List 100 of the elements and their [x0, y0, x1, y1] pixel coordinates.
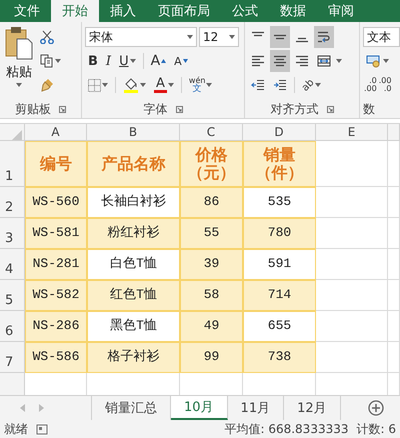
table-cell: 591: [243, 249, 316, 280]
bold-button[interactable]: B: [85, 50, 101, 72]
money-icon: [366, 54, 382, 68]
down-triangle-icon: [182, 59, 188, 63]
paste-button[interactable]: 粘贴: [3, 25, 35, 100]
underline-button[interactable]: U: [116, 50, 139, 72]
row-header[interactable]: 2: [0, 187, 25, 218]
dialog-launcher-icon[interactable]: [326, 106, 334, 112]
copy-icon: [40, 54, 54, 68]
column-heading-cell: 销量（件）: [243, 141, 316, 187]
table-cell: 58: [180, 280, 243, 311]
table-cell: 780: [243, 218, 316, 249]
caret-icon[interactable]: [55, 59, 61, 63]
column-heading-cell: 价格（元）: [180, 141, 243, 187]
row-header[interactable]: 7: [0, 342, 25, 373]
row-header[interactable]: 1: [0, 141, 25, 187]
caret-icon[interactable]: [187, 35, 193, 39]
add-sheet-icon[interactable]: [368, 400, 384, 416]
status-text: 就绪: [4, 420, 28, 438]
ribbon-tab[interactable]: 审阅: [317, 0, 365, 22]
macro-record-icon[interactable]: [36, 424, 48, 434]
group-label: 剪贴板: [15, 100, 51, 118]
align-right-icon[interactable]: [295, 55, 309, 67]
font-color-button[interactable]: A: [151, 74, 177, 96]
dialog-launcher-icon[interactable]: [59, 106, 66, 112]
font-name-field[interactable]: 宋体: [85, 27, 197, 47]
italic-button[interactable]: I: [102, 50, 114, 72]
table-cell: 535: [243, 187, 316, 218]
column-heading-cell: 产品名称: [87, 141, 180, 187]
table-cell: 86: [180, 187, 243, 218]
row-header[interactable]: 5: [0, 280, 25, 311]
caret-icon[interactable]: [102, 83, 108, 87]
empty-cell[interactable]: [388, 342, 400, 373]
ribbon-tab[interactable]: 数据: [269, 0, 317, 22]
table-cell: WS-586: [25, 342, 87, 373]
ribbon-tab[interactable]: 开始: [51, 0, 99, 22]
ribbon-tab[interactable]: 文件: [3, 0, 51, 22]
wrap-text-icon[interactable]: [317, 31, 331, 43]
table-cell: 49: [180, 311, 243, 342]
decimal-button[interactable]: .0 .00: [363, 74, 378, 96]
column-header[interactable]: A: [25, 124, 87, 141]
table-cell: 55: [180, 218, 243, 249]
border-icon: [88, 78, 101, 92]
up-triangle-icon: [161, 59, 166, 63]
caret-icon[interactable]: [140, 83, 146, 87]
table-cell: 粉红衬衫: [87, 218, 180, 249]
dialog-launcher-icon[interactable]: [176, 106, 182, 112]
table-cell: WS-560: [25, 187, 87, 218]
empty-cell[interactable]: [388, 187, 400, 218]
column-header[interactable]: E: [316, 124, 388, 141]
phonetic-button[interactable]: wén 文: [186, 74, 216, 96]
align-button[interactable]: [314, 26, 334, 48]
empty-cell[interactable]: [388, 249, 400, 280]
ribbon-tab[interactable]: 插入: [99, 0, 147, 22]
caret-icon[interactable]: [336, 59, 342, 63]
row-header[interactable]: 3: [0, 218, 25, 249]
table-cell: 39: [180, 249, 243, 280]
ribbon-tab[interactable]: 页面布局: [147, 0, 221, 22]
ribbon-tab[interactable]: 公式: [221, 0, 269, 22]
brush-icon: [40, 78, 54, 92]
shrink-font-button[interactable]: A: [171, 50, 191, 72]
table-cell: WS-581: [25, 218, 87, 249]
caret-icon[interactable]: [206, 83, 212, 87]
caret-icon[interactable]: [168, 83, 174, 87]
caret-icon[interactable]: [229, 35, 235, 39]
table-cell: 白色T恤: [87, 249, 180, 280]
empty-cell[interactable]: [388, 280, 400, 311]
row-header[interactable]: 6: [0, 311, 25, 342]
caret-icon[interactable]: [383, 59, 389, 63]
number-format-field[interactable]: 文本: [363, 27, 400, 47]
table-cell: NS-281: [25, 249, 87, 280]
orientation-button[interactable]: ab: [299, 74, 324, 96]
empty-cell[interactable]: [388, 311, 400, 342]
row-header[interactable]: 4: [0, 249, 25, 280]
align-left-icon[interactable]: [251, 55, 265, 67]
table-cell: 655: [243, 311, 316, 342]
average-text: 平均值: 668.8333333: [224, 420, 348, 438]
table-cell: 738: [243, 342, 316, 373]
empty-cell[interactable]: [388, 218, 400, 249]
caret-icon[interactable]: [315, 83, 322, 87]
table-cell: 714: [243, 280, 316, 311]
clipboard-icon: [5, 25, 33, 61]
align-button[interactable]: [270, 26, 290, 48]
column-header[interactable]: B: [87, 124, 180, 141]
decimal-button[interactable]: .00 .0: [378, 74, 392, 96]
sheet-tab[interactable]: 10月: [171, 396, 228, 420]
table-cell: 红色T恤: [87, 280, 180, 311]
align-button[interactable]: [270, 50, 290, 72]
column-header[interactable]: C: [180, 124, 243, 141]
column-header[interactable]: D: [243, 124, 316, 141]
align-center-icon[interactable]: [273, 55, 287, 67]
table-cell: 黑色T恤: [87, 311, 180, 342]
caret-icon[interactable]: [16, 83, 22, 87]
font-size-field[interactable]: 12: [199, 27, 239, 47]
column-heading-cell: 编号: [25, 141, 87, 187]
increase-indent-icon[interactable]: [273, 79, 287, 91]
grow-font-button[interactable]: A: [148, 50, 170, 72]
merge-cells-icon[interactable]: [317, 55, 331, 67]
decrease-indent-icon[interactable]: [251, 79, 265, 91]
caret-icon[interactable]: [130, 59, 136, 63]
